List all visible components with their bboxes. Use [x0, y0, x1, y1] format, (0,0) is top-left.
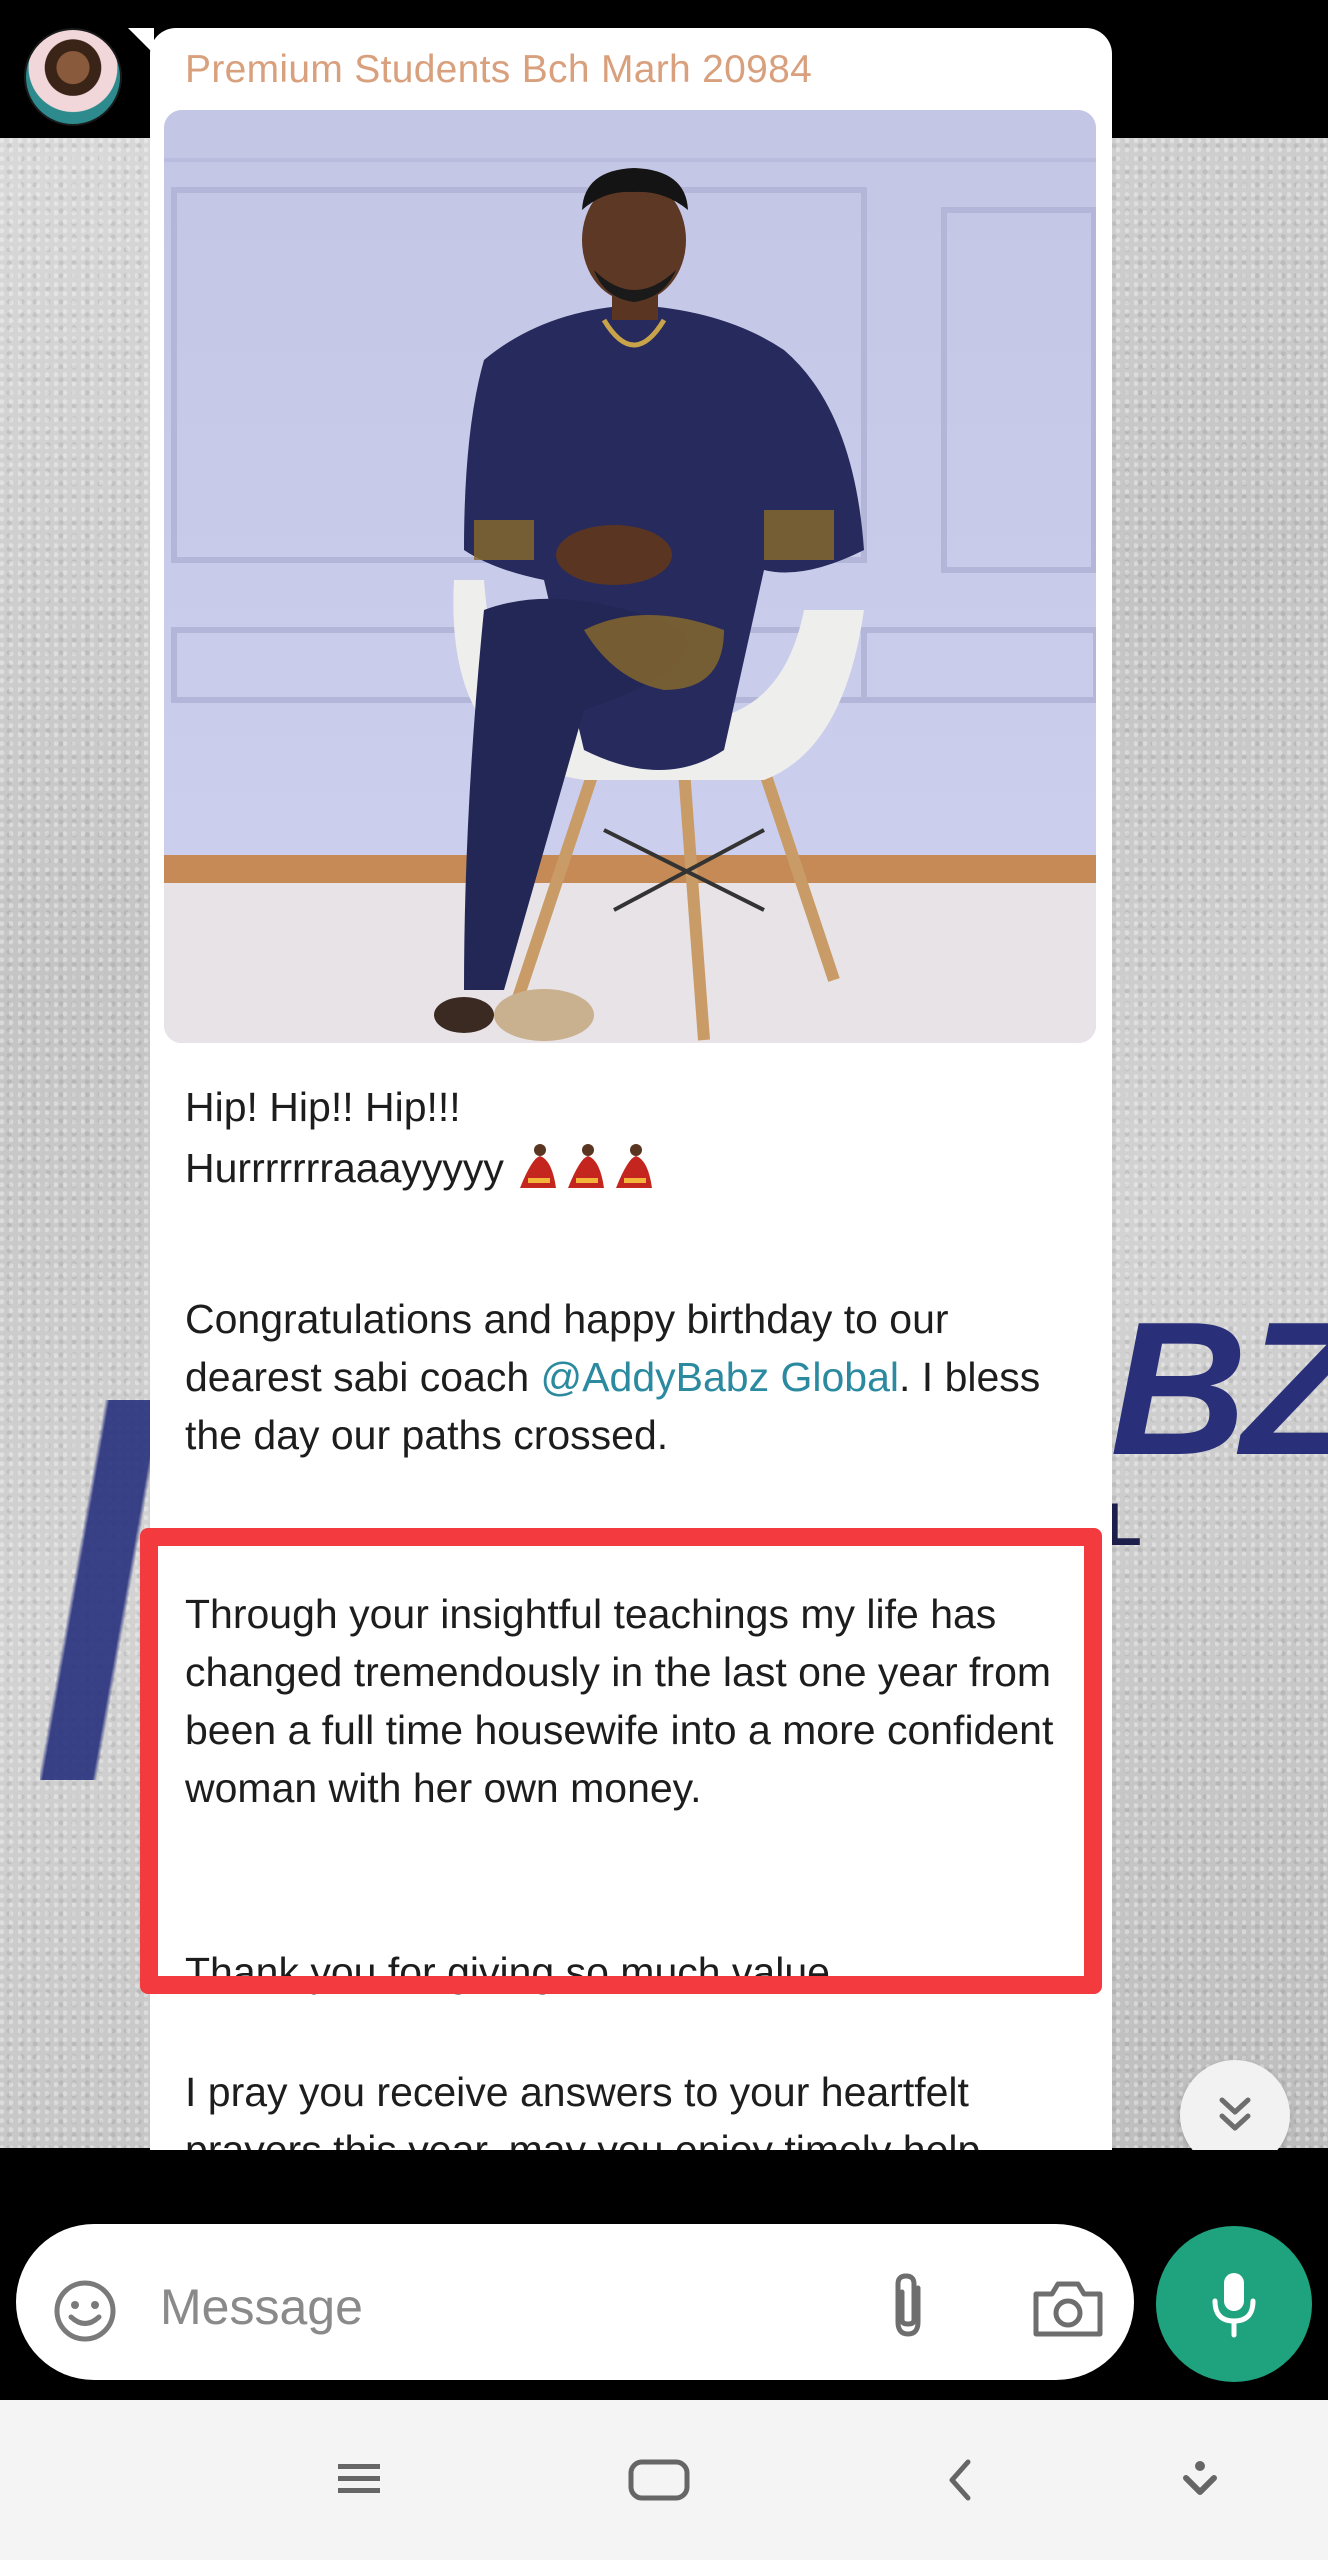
- message-line-hip: Hip! Hip!! Hip!!!: [185, 1084, 461, 1130]
- hide-nav-icon[interactable]: [1180, 2458, 1220, 2502]
- message-line-hurray-row: Hurrrrrrraaayyyyy: [185, 1138, 1085, 1198]
- mention-part-2[interactable]: Global: [780, 1354, 899, 1400]
- recents-icon[interactable]: [334, 2458, 384, 2500]
- double-chevron-down-icon: [1219, 2097, 1251, 2131]
- highlight-annotation-box: [140, 1528, 1102, 1994]
- home-icon[interactable]: [626, 2455, 692, 2505]
- message-line-hurray: Hurrrrrrraaayyyyy: [185, 1145, 504, 1191]
- dancer-emoji-icon: [510, 1138, 660, 1198]
- attached-photo[interactable]: [164, 110, 1096, 1043]
- message-congrats: Congratulations and happy birthday to ou…: [185, 1290, 1085, 1464]
- mention-link[interactable]: @AddyBabz Global: [541, 1354, 899, 1400]
- emoji-icon[interactable]: [52, 2278, 118, 2344]
- paperclip-icon[interactable]: [880, 2270, 940, 2344]
- message-input-placeholder[interactable]: Message: [160, 2278, 363, 2336]
- wallpaper-logo-bz: BZ: [1110, 1283, 1328, 1495]
- back-icon[interactable]: [944, 2456, 974, 2504]
- camera-icon[interactable]: [1030, 2276, 1106, 2340]
- photo-illustration: [164, 110, 1096, 1043]
- voice-record-button[interactable]: [1156, 2226, 1312, 2382]
- microphone-icon: [1212, 2273, 1256, 2338]
- mention-part-1[interactable]: @AddyBabz: [541, 1354, 770, 1400]
- sender-avatar[interactable]: [24, 28, 122, 126]
- sender-name[interactable]: Premium Students Bch Marh 20984: [185, 48, 812, 92]
